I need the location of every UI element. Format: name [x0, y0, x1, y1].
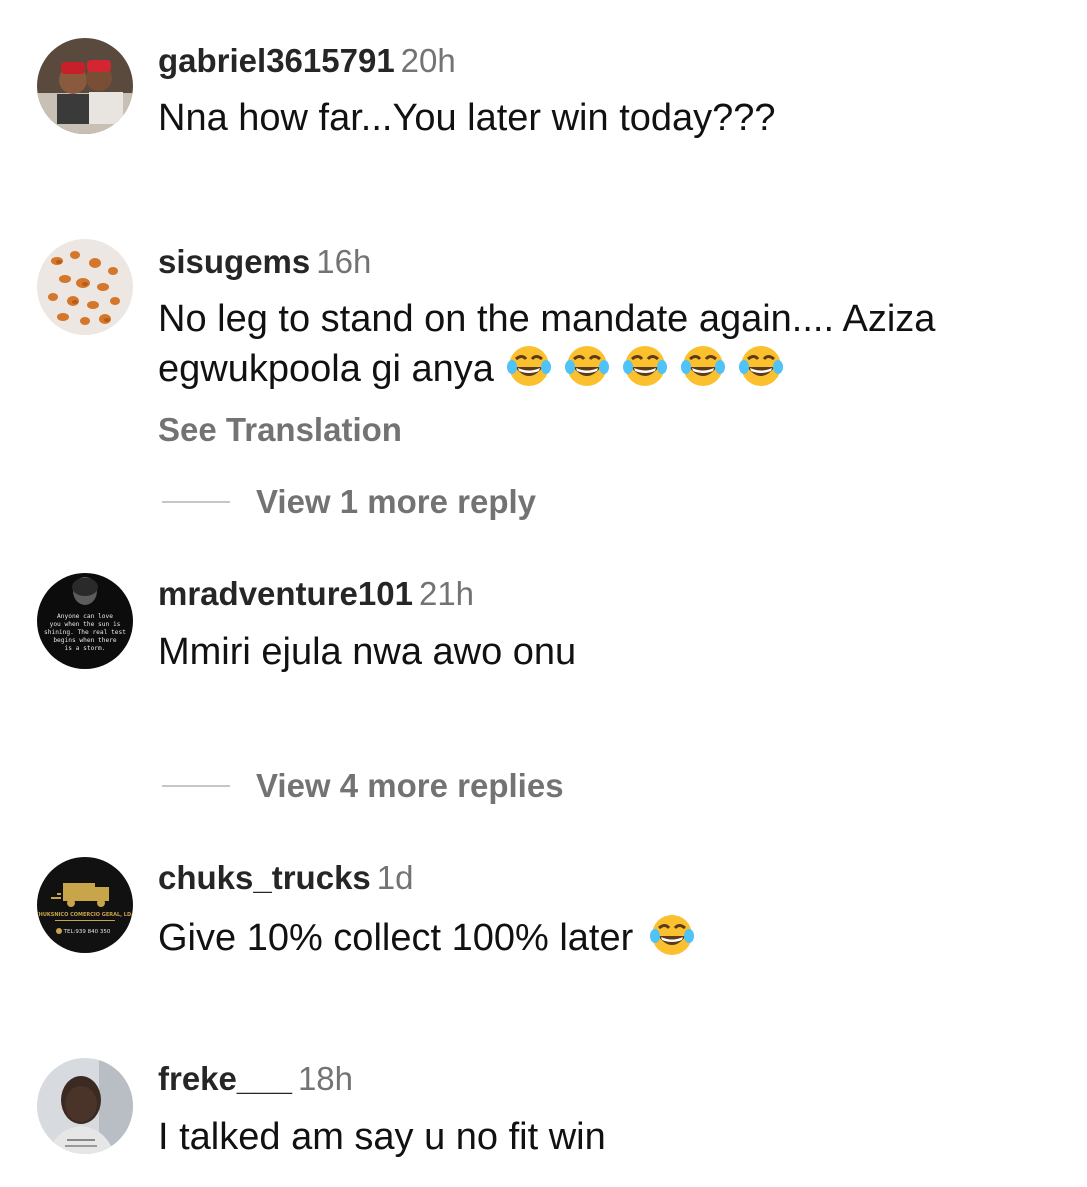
svg-text:Anyone can love: Anyone can love	[57, 613, 113, 620]
see-translation-link[interactable]: See Translation	[158, 410, 402, 450]
comment-text: No leg to stand on the mandate again....…	[158, 295, 1058, 393]
comment-text-line: No leg to stand on the mandate again....…	[158, 298, 936, 340]
username-link[interactable]: gabriel3615791	[158, 42, 395, 79]
comment-text: Give 10% collect 100% later	[158, 912, 1058, 962]
avatar[interactable]	[37, 38, 133, 134]
comment-meta: sisugems 16h	[158, 242, 371, 282]
avatar[interactable]	[37, 239, 133, 335]
svg-text:begins when there: begins when there	[53, 637, 117, 644]
face-with-tears-of-joy-icon	[564, 343, 610, 389]
comment-text-line: Give 10% collect 100% later	[158, 917, 634, 959]
svg-text:you when the sun is: you when the sun is	[50, 621, 121, 628]
username-link[interactable]: chuks_trucks	[158, 859, 371, 896]
username-link[interactable]: freke___	[158, 1060, 292, 1097]
timestamp: 16h	[316, 243, 372, 280]
comment-text: I talked am say u no fit win	[158, 1116, 606, 1158]
view-replies-button[interactable]: View 1 more reply	[162, 482, 536, 522]
svg-text:is a storm.: is a storm.	[65, 645, 106, 652]
avatar[interactable]: CHUKSNICO COMERCIO GERAL, LDA TEL:939 84…	[37, 857, 133, 953]
face-with-tears-of-joy-icon	[738, 343, 784, 389]
timestamp: 20h	[400, 42, 456, 79]
svg-text:TEL:939 840 350: TEL:939 840 350	[63, 929, 111, 935]
username-link[interactable]: mradventure101	[158, 575, 413, 612]
face-with-tears-of-joy-icon	[680, 343, 726, 389]
comment-meta: chuks_trucks 1d	[158, 858, 414, 898]
comment-text: Nna how far...You later win today???	[158, 97, 776, 139]
comment-text: Mmiri ejula nwa awo onu	[158, 631, 577, 673]
view-replies-label: View 1 more reply	[256, 483, 537, 520]
view-replies-button[interactable]: View 4 more replies	[162, 766, 564, 806]
timestamp: 1d	[376, 859, 414, 896]
view-replies-label: View 4 more replies	[256, 767, 564, 804]
divider	[162, 785, 230, 787]
face-with-tears-of-joy-icon	[649, 912, 695, 958]
username-link[interactable]: sisugems	[158, 243, 310, 280]
avatar[interactable]	[37, 1058, 133, 1154]
svg-text:shining. The real test: shining. The real test	[44, 629, 126, 636]
avatar[interactable]: Anyone can love you when the sun is shin…	[37, 573, 133, 669]
divider	[162, 501, 230, 503]
timestamp: 18h	[297, 1060, 354, 1097]
face-with-tears-of-joy-icon	[506, 343, 552, 389]
svg-text:CHUKSNICO COMERCIO GERAL, LDA: CHUKSNICO COMERCIO GERAL, LDA	[37, 912, 133, 918]
comment-meta: gabriel3615791 20h	[158, 41, 456, 81]
timestamp: 21h	[418, 575, 475, 612]
comment-text-line: egwukpoola gi anya	[158, 348, 494, 390]
comment-meta: freke___ 18h	[158, 1059, 353, 1099]
comment-meta: mradventure101 21h	[158, 574, 474, 614]
face-with-tears-of-joy-icon	[622, 343, 668, 389]
